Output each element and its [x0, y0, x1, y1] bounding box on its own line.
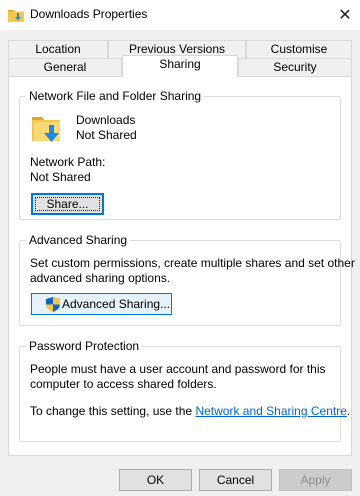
group-legend: Network File and Folder Sharing	[26, 89, 205, 103]
network-sharing-group: Network File and Folder Sharing Download…	[19, 89, 341, 220]
button-label: Advanced Sharing...	[62, 297, 171, 311]
group-legend: Password Protection	[26, 339, 143, 353]
apply-button[interactable]: Apply	[279, 469, 352, 491]
password-description-line2: computer to access shared folders.	[30, 377, 217, 391]
cancel-button[interactable]: Cancel	[199, 469, 272, 491]
tab-sharing[interactable]: Sharing	[122, 55, 238, 77]
tab-label: Sharing	[159, 57, 201, 71]
advanced-sharing-group: Advanced Sharing Set custom permissions,…	[19, 233, 355, 326]
tab-location[interactable]: Location	[8, 40, 108, 58]
tab-label: Security	[273, 60, 317, 74]
change-setting-prefix: To change this setting, use the	[30, 404, 193, 418]
advanced-sharing-button[interactable]: Advanced Sharing...	[31, 293, 172, 315]
button-label: OK	[146, 473, 165, 487]
folder-download-icon	[32, 117, 60, 142]
share-button[interactable]: Share...	[31, 193, 104, 215]
ok-button[interactable]: OK	[119, 469, 192, 491]
tab-label: Location	[35, 42, 81, 56]
folder-status: Not Shared	[76, 128, 137, 142]
close-button[interactable]: ✕	[330, 0, 360, 30]
tab-label: Customise	[270, 42, 328, 56]
tab-label: General	[43, 60, 87, 74]
network-path-label: Network Path:	[30, 155, 106, 169]
tab-customise[interactable]: Customise	[246, 40, 352, 58]
group-legend: Advanced Sharing	[26, 233, 131, 247]
network-path-value: Not Shared	[30, 170, 91, 184]
password-description-line1: People must have a user account and pass…	[30, 362, 326, 376]
password-protection-group: Password Protection People must have a u…	[19, 339, 350, 442]
button-label: Apply	[300, 473, 331, 487]
uac-shield-icon	[46, 297, 60, 312]
advanced-sharing-description-line1: Set custom permissions, create multiple …	[30, 256, 355, 270]
close-icon: ✕	[338, 7, 352, 24]
tab-label: Previous Versions	[128, 42, 226, 56]
tab-security[interactable]: Security	[238, 58, 352, 76]
change-setting-suffix: .	[346, 404, 351, 418]
change-setting-text: To change this setting, use the Network …	[30, 404, 350, 418]
folder-name: Downloads	[76, 113, 136, 127]
tab-general[interactable]: General	[8, 58, 122, 76]
title-bar: Downloads Properties ✕	[0, 0, 360, 30]
sharing-panel: Network File and Folder Sharing Download…	[8, 76, 355, 456]
button-label: Cancel	[216, 473, 255, 487]
advanced-sharing-description-line2: advanced sharing options.	[30, 271, 171, 285]
window-title: Downloads Properties	[30, 7, 148, 21]
folder-download-icon	[8, 10, 24, 22]
network-sharing-centre-link[interactable]: Network and Sharing Centre	[195, 404, 346, 418]
